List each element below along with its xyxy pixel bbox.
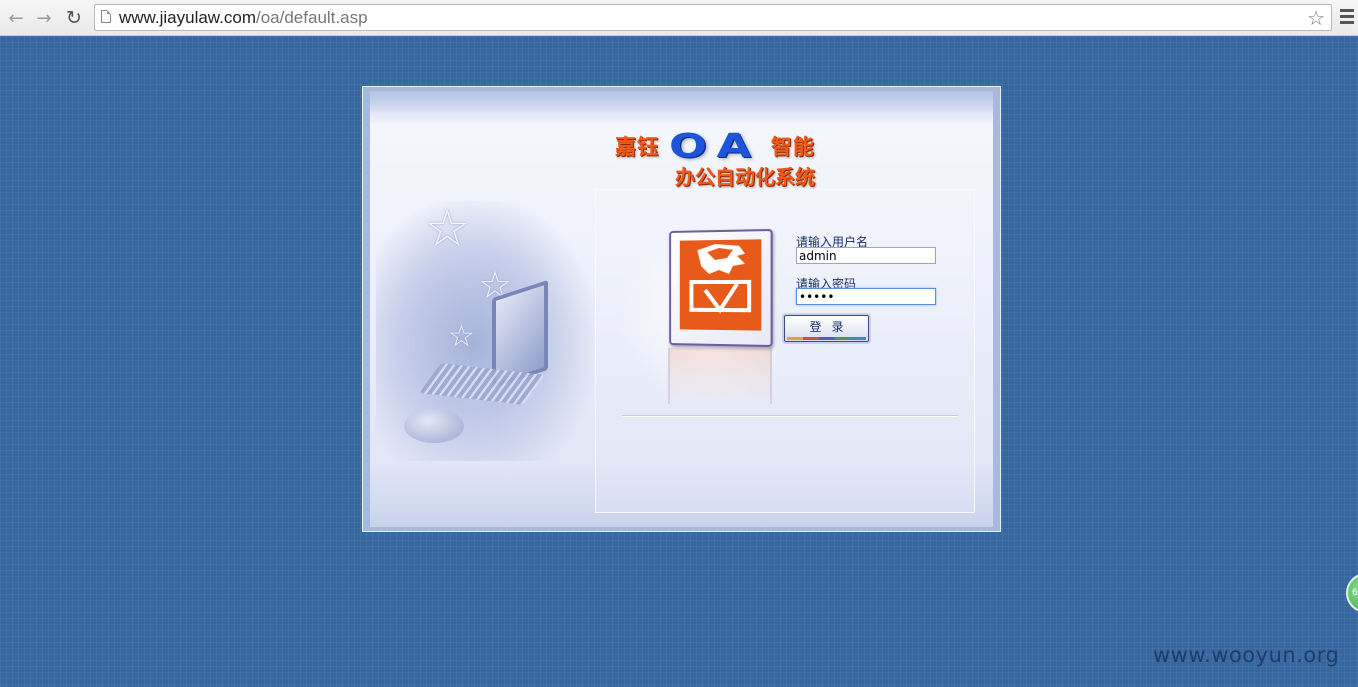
login-button[interactable]: 登录	[784, 315, 869, 342]
panel-gloss	[370, 91, 993, 113]
star-decoration-icon: ☆	[448, 319, 475, 354]
login-button-label: 登录	[809, 320, 853, 334]
emblem-reflection	[668, 348, 772, 404]
url-host: www.jiayulaw.com	[119, 8, 256, 27]
mouse-image	[404, 409, 464, 443]
button-color-strip	[787, 337, 866, 340]
company-emblem	[669, 229, 772, 347]
password-input[interactable]	[796, 288, 936, 305]
form-divider	[622, 415, 958, 417]
login-form: 请输入用户名 请输入密码 登录	[595, 189, 975, 513]
star-decoration-icon: ☆	[424, 199, 471, 259]
app-logo: 嘉钰 OA 智能	[615, 131, 815, 161]
eagle-emblem-icon	[680, 239, 762, 330]
address-bar[interactable]: www.jiayulaw.com/oa/default.asp ☆	[94, 4, 1332, 31]
computer-illustration: ☆ ☆ ☆	[376, 201, 594, 461]
username-input[interactable]	[796, 247, 936, 264]
logo-subtitle: 办公自动化系统	[675, 161, 815, 190]
watermark-text: www.wooyun.org	[1153, 643, 1339, 667]
login-panel-inner: 嘉钰 OA 智能 办公自动化系统 ☆ ☆ ☆ 请输入用户名 admin 请输入密…	[370, 91, 993, 527]
menu-icon[interactable]	[1340, 9, 1354, 25]
url-text[interactable]: www.jiayulaw.com/oa/default.asp	[119, 8, 368, 28]
login-panel: 嘉钰 OA 智能 办公自动化系统 ☆ ☆ ☆ 请输入用户名 admin 请输入密…	[362, 86, 1001, 532]
back-arrow-icon[interactable]: ←	[4, 6, 28, 30]
floating-side-widget[interactable]: 6	[1346, 573, 1358, 613]
page-icon	[101, 10, 111, 23]
logo-left-word: 嘉钰	[615, 131, 659, 161]
url-path: /oa/default.asp	[256, 8, 368, 27]
logo-oa-mark: OA	[669, 131, 797, 161]
browser-toolbar: ← → ↻ www.jiayulaw.com/oa/default.asp ☆	[0, 0, 1358, 36]
reload-icon[interactable]: ↻	[62, 6, 86, 30]
bookmark-star-icon[interactable]: ☆	[1307, 6, 1325, 30]
forward-arrow-icon[interactable]: →	[32, 6, 56, 30]
